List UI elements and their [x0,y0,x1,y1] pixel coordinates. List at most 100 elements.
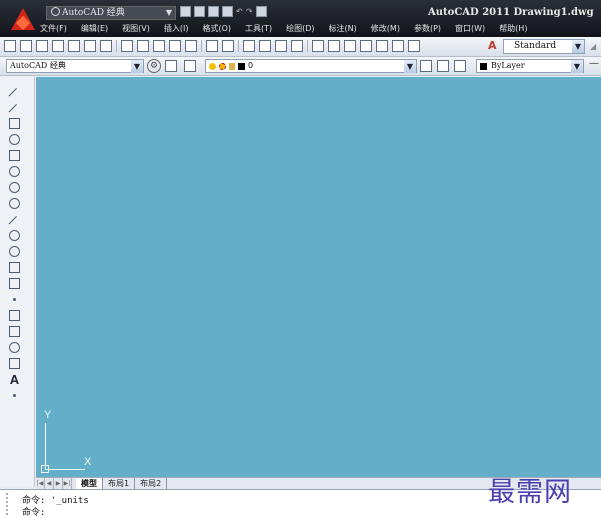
zoom-realtime-icon[interactable] [259,40,271,52]
layer-states-icon[interactable] [454,60,466,72]
menu-tools[interactable]: 工具(T) [245,22,272,36]
draw-toolbar: A [0,77,35,487]
rectangle-icon[interactable] [8,149,21,162]
menu-insert[interactable]: 插入(I) [164,22,189,36]
undo-icon[interactable] [206,40,218,52]
workspace-switcher[interactable]: AutoCAD 经典 ▼ [46,6,176,20]
layer-previous-icon[interactable] [437,60,449,72]
layer-lock-icon [229,62,235,70]
drawing-canvas[interactable]: Y X [36,77,601,477]
line-icon[interactable] [8,85,21,101]
chevron-down-icon[interactable]: ▼ [571,60,583,73]
pan-icon[interactable] [243,40,255,52]
command-line-grip[interactable] [6,493,11,515]
undo-icon[interactable]: ↶ [236,6,243,17]
color-control-select[interactable]: ByLayer ▼ [476,59,584,73]
plot-icon[interactable] [52,40,64,52]
menu-file[interactable]: 文件(F) [40,22,67,36]
application-menu-button[interactable] [8,6,38,34]
window-title: AutoCAD 2011 Drawing1.dwg [428,7,594,18]
preview-icon[interactable] [68,40,80,52]
workspace-select[interactable]: AutoCAD 经典 ▼ [6,59,144,73]
menu-parametric[interactable]: 参数(P) [414,22,441,36]
paste-icon[interactable] [153,40,165,52]
text-style-select[interactable]: Standard ▼ [503,39,585,54]
menu-window[interactable]: 窗口(W) [455,22,485,36]
save-icon[interactable] [208,6,219,17]
gradient-icon[interactable] [8,325,21,338]
zoom-previous-icon[interactable] [291,40,303,52]
zoom-window-icon[interactable] [275,40,287,52]
tab-model[interactable]: 模型 [76,478,103,489]
point-icon[interactable] [8,293,21,306]
toolbar-overflow-icon[interactable]: ◢ [590,42,596,51]
construction-line-icon[interactable] [8,101,21,117]
menu-modify[interactable]: 修改(M) [371,22,400,36]
sheet-set-icon[interactable] [360,40,372,52]
ellipse-arc-icon[interactable] [8,245,21,258]
redo-icon[interactable] [222,40,234,52]
revision-cloud-icon[interactable] [8,197,21,210]
insert-block-icon[interactable] [8,261,21,274]
design-center-icon[interactable] [328,40,340,52]
new-icon[interactable] [4,40,16,52]
layer-on-icon [209,62,216,70]
publish-icon[interactable] [84,40,96,52]
table-icon[interactable] [8,357,21,370]
open-icon[interactable] [20,40,32,52]
circle-icon[interactable] [8,181,21,194]
quickcalc-icon[interactable] [392,40,404,52]
menu-view[interactable]: 视图(V) [122,22,150,36]
markup-icon[interactable] [376,40,388,52]
save-icon[interactable] [36,40,48,52]
tab-layout1[interactable]: 布局1 [103,478,136,489]
menu-help[interactable]: 帮助(H) [499,22,527,36]
menu-format[interactable]: 格式(O) [202,22,231,36]
first-tab-icon[interactable]: |◀ [36,478,45,489]
plot-icon[interactable] [222,6,233,17]
make-current-icon[interactable] [420,60,432,72]
region-icon[interactable] [8,341,21,354]
spline-icon[interactable] [8,213,21,229]
tab-layout2[interactable]: 布局2 [135,478,168,489]
chevron-down-icon[interactable]: ▼ [572,40,584,53]
multiline-text-icon[interactable]: A [8,373,21,386]
polyline-icon[interactable] [8,117,21,130]
polygon-icon[interactable] [8,133,21,146]
ellipse-icon[interactable] [8,229,21,242]
save-workspace-icon[interactable] [165,60,177,72]
linetype-control-partial[interactable]: — [589,58,599,69]
3d-dwf-icon[interactable] [100,40,112,52]
color-value: ByLayer [491,61,525,70]
open-icon[interactable] [194,6,205,17]
new-icon[interactable] [180,6,191,17]
chevron-down-icon: ▼ [165,8,172,17]
tool-palettes-icon[interactable] [344,40,356,52]
next-tab-icon[interactable]: ▶ [54,478,63,489]
last-tab-icon[interactable]: ▶| [63,478,72,489]
make-block-icon[interactable] [8,277,21,290]
match-properties-icon[interactable] [169,40,181,52]
hatch-icon[interactable] [8,309,21,322]
prev-tab-icon[interactable]: ◀ [45,478,54,489]
copy-icon[interactable] [137,40,149,52]
print-icon[interactable] [256,6,267,17]
menu-draw[interactable]: 绘图(D) [286,22,314,36]
arc-icon[interactable] [8,165,21,178]
menu-edit[interactable]: 编辑(E) [81,22,108,36]
menu-dimension[interactable]: 标注(N) [329,22,357,36]
help-icon[interactable] [408,40,420,52]
text-style-icon[interactable]: A [488,40,500,52]
block-editor-icon[interactable] [185,40,197,52]
cut-icon[interactable] [121,40,133,52]
redo-icon[interactable]: ↷ [246,6,253,17]
workspace-settings-icon[interactable]: ⚙ [147,59,161,73]
add-selected-icon[interactable] [8,389,21,402]
chevron-down-icon[interactable]: ▼ [404,60,416,73]
layer-select[interactable]: 0 ▼ [205,59,417,73]
properties-icon[interactable] [312,40,324,52]
text-style-value: Standard [514,41,557,51]
command-prompt[interactable]: 命令: [22,505,45,518]
layer-properties-icon[interactable] [184,60,196,72]
chevron-down-icon[interactable]: ▼ [131,60,143,73]
